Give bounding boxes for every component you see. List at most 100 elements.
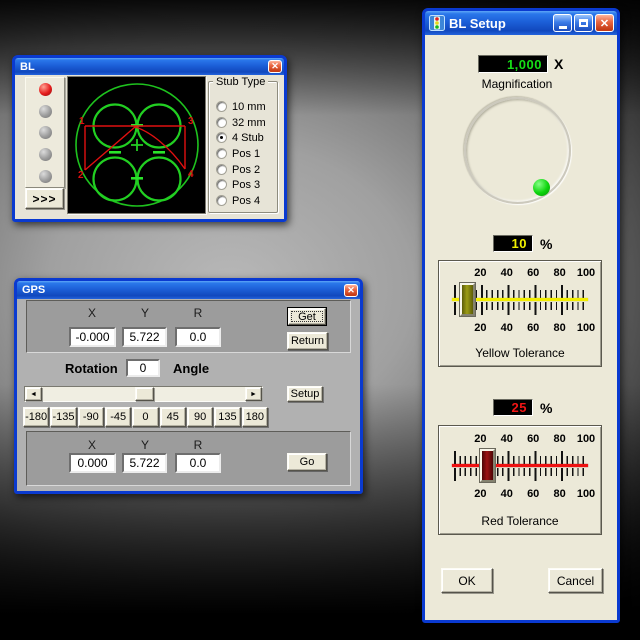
stub-diagram-svg: 1 2 3 4 [75, 83, 199, 207]
yellow-percent-label: % [540, 236, 553, 252]
desktop: { "icons": { "close": "✕", "arrow_left":… [0, 0, 640, 640]
current-position-panel: X Y R -0.000 5.722 0.0 Get Return [26, 300, 351, 353]
get-button[interactable]: Get [288, 308, 326, 325]
cancel-button[interactable]: Cancel [548, 568, 603, 593]
current-x-label: X [87, 306, 97, 320]
radio-icon-selected[interactable] [216, 132, 227, 143]
radio-10mm[interactable]: 10 mm [216, 100, 275, 113]
red-scale-bottom-labels: 20 40 60 80 100 [474, 488, 596, 500]
preset-angle-button[interactable]: -135 [50, 407, 77, 427]
target-y-field[interactable]: 5.722 [122, 453, 167, 473]
gps-window: GPS ✕ X Y R -0.000 5.722 0.0 Get Return … [14, 278, 363, 494]
bl-setup-client-area: 1,000 X Magnification 10 % 20 40 60 80 1… [425, 35, 617, 620]
svg-text:1: 1 [79, 116, 85, 127]
target-r-field[interactable]: 0.0 [175, 453, 221, 473]
bl-setup-titlebar[interactable]: BL Setup ✕ [425, 11, 617, 35]
gps-titlebar[interactable]: GPS ✕ [17, 281, 360, 299]
stub-type-group-label: Stub Type [213, 76, 269, 88]
led-panel [25, 77, 65, 188]
radio-icon[interactable] [216, 117, 227, 128]
ok-button[interactable]: OK [441, 568, 493, 593]
radio-32mm[interactable]: 32 mm [216, 116, 275, 129]
scroll-right-arrow-icon[interactable]: ► [245, 387, 262, 401]
target-x-label: X [87, 438, 97, 452]
yellow-slider-thumb[interactable] [459, 283, 475, 316]
target-y-label: Y [140, 438, 150, 452]
status-led [39, 105, 52, 118]
radio-4stub[interactable]: 4 Stub [216, 131, 275, 144]
close-icon[interactable]: ✕ [344, 283, 358, 297]
scroll-left-arrow-icon[interactable]: ◄ [25, 387, 42, 401]
yellow-scale-bottom-labels: 20 40 60 80 100 [474, 322, 596, 334]
radio-icon[interactable] [216, 101, 227, 112]
rotation-label: Rotation [65, 361, 118, 376]
radio-pos4[interactable]: Pos 4 [216, 194, 275, 207]
preset-angle-button[interactable]: 180 [241, 407, 268, 427]
status-led [39, 148, 52, 161]
bl-titlebar[interactable]: BL ✕ [15, 58, 284, 75]
radio-icon[interactable] [216, 148, 227, 159]
target-position-panel: X Y R 0.000 5.722 0.0 Go [26, 431, 351, 486]
current-r-field[interactable]: 0.0 [175, 327, 221, 347]
return-button[interactable]: Return [287, 332, 328, 350]
radio-icon[interactable] [216, 164, 227, 175]
caption-buttons: ✕ [553, 14, 614, 32]
close-icon[interactable]: ✕ [595, 14, 614, 32]
bl-setup-window: BL Setup ✕ 1,000 X Magnification 10 % 20… [422, 8, 620, 623]
angle-scrollbar[interactable]: ◄ ► [24, 386, 263, 402]
current-y-field[interactable]: 5.722 [122, 327, 167, 347]
bl-window: BL ✕ >>> 1 2 3 4 Stub Type 10 mm 32 mm 4… [12, 55, 287, 222]
bl-window-title: BL [20, 60, 35, 73]
scrollbar-thumb[interactable] [135, 387, 154, 401]
radio-pos3[interactable]: Pos 3 [216, 178, 275, 191]
angle-label: Angle [173, 361, 210, 376]
bl-setup-window-title: BL Setup [449, 15, 506, 31]
magnification-dial[interactable] [464, 97, 571, 204]
red-slider-track[interactable] [452, 448, 588, 484]
red-tolerance-label: Red Tolerance [481, 514, 559, 528]
current-r-label: R [193, 306, 203, 320]
status-led-active [39, 83, 52, 96]
preset-angle-button[interactable]: 90 [186, 407, 214, 427]
current-y-label: Y [140, 306, 150, 320]
stub-type-group: Stub Type 10 mm 32 mm 4 Stub Pos 1 Pos 2… [208, 76, 278, 213]
preset-angle-button[interactable]: -180 [23, 407, 50, 427]
preset-angle-button[interactable]: 45 [159, 407, 186, 427]
preset-angle-button[interactable]: 0 [132, 407, 159, 427]
yellow-tolerance-label: Yellow Tolerance [475, 346, 565, 360]
setup-button[interactable]: Setup [287, 386, 323, 402]
magnification-display: 1,000 [478, 55, 548, 73]
svg-text:3: 3 [188, 116, 194, 127]
red-scale-top-labels: 20 40 60 80 100 [474, 433, 596, 445]
red-slider-thumb[interactable] [479, 449, 495, 482]
close-icon[interactable]: ✕ [268, 60, 282, 73]
radio-pos1[interactable]: Pos 1 [216, 147, 275, 160]
maximize-icon[interactable] [574, 14, 593, 32]
angle-preset-row: -180 -135 -90 -45 0 45 90 135 180 [23, 407, 268, 427]
yellow-tolerance-display: 10 [493, 235, 533, 252]
gps-client-area: X Y R -0.000 5.722 0.0 Get Return Rotati… [17, 299, 360, 491]
radio-icon[interactable] [216, 179, 227, 190]
preset-angle-button[interactable]: 135 [214, 407, 241, 427]
current-x-field[interactable]: -0.000 [69, 327, 116, 347]
red-tolerance-display: 25 [493, 399, 533, 416]
yellow-tolerance-slider[interactable]: 20 40 60 80 100 20 40 60 80 100 Yellow T… [438, 260, 602, 367]
radio-pos2[interactable]: Pos 2 [216, 163, 275, 176]
rotation-angle-field[interactable]: 0 [126, 359, 160, 377]
traffic-light-icon [429, 15, 445, 31]
radio-icon[interactable] [216, 195, 227, 206]
go-button[interactable]: Go [287, 453, 327, 471]
preset-angle-button[interactable]: -90 [77, 407, 104, 427]
red-tolerance-slider[interactable]: 20 40 60 80 100 20 40 60 80 100 Red Tole… [438, 425, 602, 535]
svg-text:2: 2 [78, 170, 84, 181]
dial-indicator-dot[interactable] [533, 179, 550, 196]
preset-angle-button[interactable]: -45 [104, 407, 132, 427]
gps-window-title: GPS [22, 284, 46, 296]
yellow-scale-top-labels: 20 40 60 80 100 [474, 267, 596, 279]
target-x-field[interactable]: 0.000 [69, 453, 116, 473]
magnification-unit-label: X [554, 56, 564, 72]
minimize-icon[interactable] [553, 14, 572, 32]
status-led [39, 126, 52, 139]
expand-button[interactable]: >>> [25, 188, 64, 209]
yellow-slider-track[interactable] [452, 282, 588, 318]
